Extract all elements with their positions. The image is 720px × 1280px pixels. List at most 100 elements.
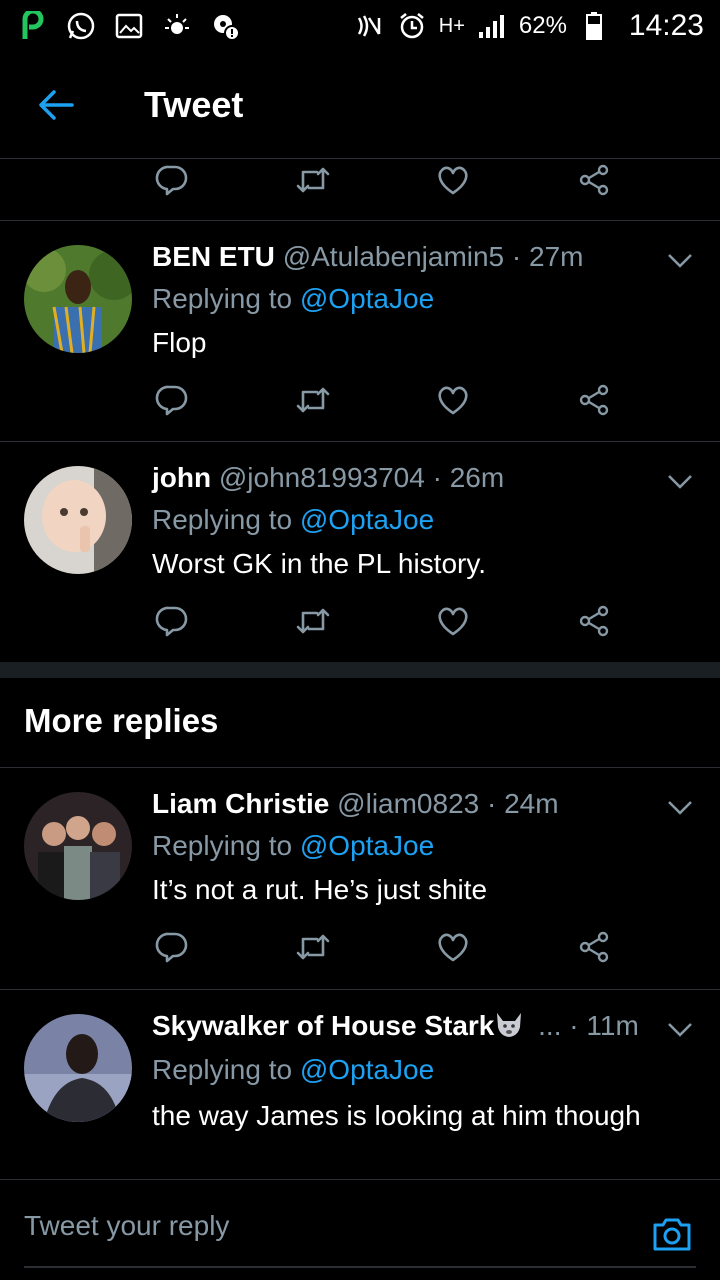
replying-prefix: Replying to bbox=[152, 283, 300, 314]
avatar[interactable] bbox=[24, 792, 132, 900]
like-button[interactable] bbox=[425, 919, 481, 975]
wolf-emoji-icon bbox=[494, 1011, 524, 1039]
retweet-icon bbox=[296, 608, 330, 634]
more-replies-heading: More replies bbox=[24, 702, 219, 739]
mention-link[interactable]: @OptaJoe bbox=[300, 283, 434, 314]
avatar[interactable] bbox=[24, 466, 132, 574]
reply-icon bbox=[155, 932, 188, 963]
tweet-actions bbox=[0, 919, 720, 979]
mention-link[interactable]: @OptaJoe bbox=[300, 504, 434, 535]
replying-prefix: Replying to bbox=[152, 830, 300, 861]
nfc-icon bbox=[355, 11, 385, 41]
retweet-button[interactable] bbox=[285, 372, 341, 428]
retweet-icon bbox=[296, 387, 330, 413]
replying-prefix: Replying to bbox=[152, 1054, 300, 1085]
tweet-menu-button[interactable] bbox=[662, 790, 698, 826]
tweet-header: john @john81993704 · 26m bbox=[152, 462, 504, 494]
share-icon bbox=[579, 384, 609, 416]
replying-to: Replying to @OptaJoe bbox=[152, 504, 434, 536]
heart-icon bbox=[438, 607, 468, 636]
tweet-text: It’s not a rut. He’s just shite bbox=[152, 874, 488, 905]
share-button[interactable] bbox=[566, 372, 622, 428]
reply-button[interactable] bbox=[144, 593, 200, 649]
chevron-down-icon bbox=[668, 801, 692, 815]
tweet-text: Worst GK in the PL history. bbox=[152, 548, 487, 579]
heart-icon bbox=[438, 386, 468, 415]
user-name[interactable]: john bbox=[152, 462, 211, 493]
brightness-icon bbox=[162, 11, 192, 41]
mention-link[interactable]: @OptaJoe bbox=[300, 830, 434, 861]
retweet-button[interactable] bbox=[285, 593, 341, 649]
share-button[interactable] bbox=[566, 593, 622, 649]
replying-to: Replying to @OptaJoe bbox=[152, 830, 434, 862]
retweet-icon bbox=[296, 167, 330, 193]
user-name[interactable]: Liam Christie bbox=[152, 788, 329, 819]
user-name[interactable]: BEN ETU bbox=[152, 241, 275, 272]
settings-badge-icon bbox=[210, 11, 240, 41]
avatar[interactable] bbox=[24, 245, 132, 353]
tweet-menu-button[interactable] bbox=[662, 243, 698, 279]
share-icon bbox=[579, 931, 609, 963]
retweet-icon bbox=[296, 934, 330, 960]
chevron-down-icon bbox=[668, 475, 692, 489]
user-handle: @Atulabenjamin5 · 27m bbox=[282, 241, 584, 272]
avatar[interactable] bbox=[24, 1014, 132, 1122]
tweet-menu-button[interactable] bbox=[662, 1012, 698, 1048]
reply-button[interactable] bbox=[144, 372, 200, 428]
share-icon bbox=[579, 605, 609, 637]
battery-icon bbox=[579, 11, 609, 41]
section-separator bbox=[0, 662, 720, 678]
reply-button[interactable] bbox=[144, 152, 200, 208]
clock: 14:23 bbox=[628, 9, 704, 42]
replying-prefix: Replying to bbox=[152, 504, 300, 535]
tweet-header: Liam Christie @liam0823 · 24m bbox=[152, 788, 559, 820]
retweet-button[interactable] bbox=[285, 919, 341, 975]
tweet-header: BEN ETU @Atulabenjamin5 · 27m bbox=[152, 241, 583, 273]
tweet-actions bbox=[0, 152, 720, 212]
camera-icon bbox=[653, 1218, 691, 1251]
chevron-down-icon bbox=[668, 1023, 692, 1037]
tweet-menu-button[interactable] bbox=[662, 464, 698, 500]
tweet-actions bbox=[0, 593, 720, 653]
heart-icon bbox=[438, 933, 468, 962]
mention-link[interactable]: @OptaJoe bbox=[300, 1054, 434, 1085]
p-app-icon bbox=[18, 11, 48, 41]
share-icon bbox=[579, 164, 609, 196]
tweet-header: Skywalker of House Stark ... · 11m bbox=[152, 1010, 639, 1042]
app-bar: Tweet bbox=[0, 52, 720, 158]
retweet-button[interactable] bbox=[285, 152, 341, 208]
input-underline bbox=[24, 1266, 696, 1268]
user-name[interactable]: Skywalker of House Stark bbox=[152, 1010, 494, 1041]
whatsapp-icon bbox=[66, 11, 96, 41]
like-button[interactable] bbox=[425, 152, 481, 208]
camera-button[interactable] bbox=[648, 1210, 696, 1258]
status-bar: H+ 62% 14:23 bbox=[0, 0, 720, 52]
like-button[interactable] bbox=[425, 593, 481, 649]
like-button[interactable] bbox=[425, 372, 481, 428]
replying-to: Replying to @OptaJoe bbox=[152, 1054, 434, 1086]
tweet-reply[interactable]: Skywalker of House Stark ... · 11m Reply… bbox=[0, 990, 720, 1180]
replying-to: Replying to @OptaJoe bbox=[152, 283, 434, 315]
user-handle: ... · 11m bbox=[538, 1010, 639, 1041]
reply-icon bbox=[155, 165, 188, 196]
tweet-text: the way James is looking at him though bbox=[152, 1100, 641, 1131]
reply-composer: Tweet your reply bbox=[0, 1180, 720, 1280]
tweet-actions bbox=[0, 372, 720, 432]
page-title: Tweet bbox=[144, 84, 244, 125]
reply-input[interactable]: Tweet your reply bbox=[24, 1210, 624, 1242]
reply-icon bbox=[155, 606, 188, 637]
signal-icon bbox=[477, 11, 507, 41]
reply-button[interactable] bbox=[144, 919, 200, 975]
share-button[interactable] bbox=[566, 919, 622, 975]
chevron-down-icon bbox=[668, 254, 692, 268]
user-handle: @liam0823 · 24m bbox=[337, 788, 559, 819]
tweet-text: Flop bbox=[152, 327, 207, 358]
network-type: H+ bbox=[438, 14, 465, 37]
gallery-icon bbox=[114, 11, 144, 41]
back-button[interactable] bbox=[26, 75, 86, 135]
alarm-icon bbox=[397, 11, 427, 41]
battery-percent: 62% bbox=[518, 12, 567, 39]
back-arrow-icon bbox=[39, 90, 74, 120]
heart-icon bbox=[438, 166, 468, 195]
share-button[interactable] bbox=[566, 152, 622, 208]
